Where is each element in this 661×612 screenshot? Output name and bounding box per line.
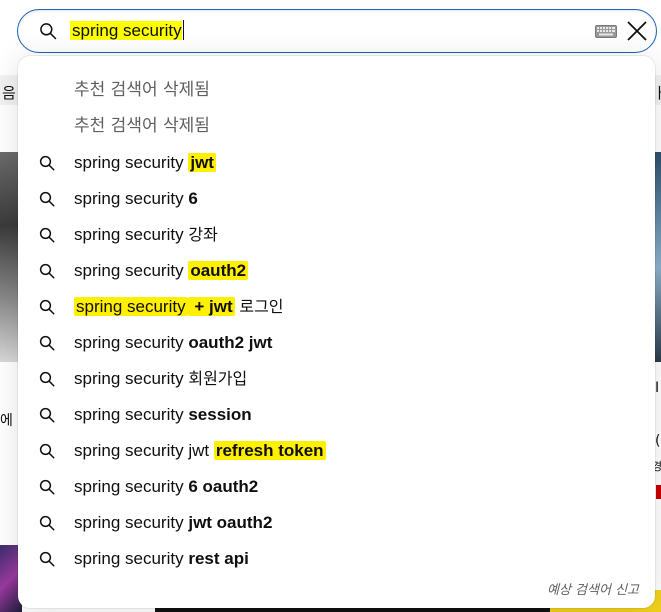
suggestion-prefix: spring security	[74, 405, 184, 424]
suggestion-completion: 6 oauth2	[188, 477, 259, 496]
suggestion-item[interactable]: spring security jwt oauth2	[18, 505, 655, 541]
suggestion-item[interactable]: spring security 6 oauth2	[18, 469, 655, 505]
suggestion-prefix: spring security	[74, 153, 184, 172]
report-predictions-link[interactable]: 예상 검색어 신고	[547, 579, 639, 598]
video-title-fragment-right-1: I	[655, 380, 660, 396]
suggestion-item[interactable]: spring security oauth2 jwt	[18, 325, 655, 361]
suggestion-item[interactable]: spring security 6	[18, 181, 655, 217]
text-caret	[182, 20, 184, 40]
suggestion-item[interactable]: spring security jwt refresh token	[18, 433, 655, 469]
search-icon	[39, 227, 55, 243]
suggestion-prefix: spring security	[74, 549, 184, 568]
suggestion-completion: jwt oauth2	[188, 513, 273, 532]
suggestion-completion-plain: jwt	[188, 441, 210, 460]
suggestion-prefix: spring security	[74, 333, 184, 352]
suggestion-item[interactable]: spring security jwt	[18, 145, 655, 181]
search-icon	[39, 191, 55, 207]
search-icon	[39, 371, 55, 387]
suggestion-prefix: spring security	[74, 189, 184, 208]
suggestion-completion: jwt	[188, 153, 216, 172]
search-icon	[39, 263, 55, 279]
search-icon	[39, 155, 55, 171]
video-title-fragment-right-2: (	[655, 433, 661, 449]
search-icon	[39, 407, 55, 423]
suggestion-completion: refresh token	[213, 441, 326, 460]
suggestion-completion: session	[188, 405, 252, 424]
suggestion-prefix: spring security	[74, 441, 184, 460]
suggestion-prefix: spring security	[74, 297, 188, 316]
removed-suggestion: 추천 검색어 삭제됨	[18, 108, 655, 144]
suggestion-completion: 강좌	[188, 225, 218, 244]
suggestion-prefix: spring security	[74, 513, 184, 532]
search-input[interactable]: spring security	[70, 16, 590, 46]
suggestion-completion-kr: 로그인	[239, 297, 284, 316]
search-icon	[39, 479, 55, 495]
search-suggestions-dropdown: 추천 검색어 삭제됨 추천 검색어 삭제됨 spring security jw…	[18, 56, 655, 608]
suggestion-item[interactable]: spring security + jwt 로그인	[18, 289, 655, 325]
suggestion-completion: 회원가입	[188, 369, 248, 388]
search-icon	[39, 335, 55, 351]
suggestion-prefix: spring security	[74, 261, 184, 280]
video-thumbnail-left[interactable]	[0, 152, 20, 362]
search-icon	[40, 23, 57, 40]
search-input-value: spring security	[70, 21, 182, 40]
suggestion-item[interactable]: spring security rest api	[18, 541, 655, 577]
close-icon[interactable]	[626, 20, 648, 42]
chip-fragment-left: 음	[2, 84, 16, 102]
search-icon	[39, 515, 55, 531]
search-icon	[39, 551, 55, 567]
suggestion-completion: 6	[188, 189, 198, 208]
suggestion-item[interactable]: spring security 강좌	[18, 217, 655, 253]
keyboard-icon[interactable]	[595, 25, 617, 38]
live-badge-fragment	[656, 485, 661, 499]
suggestion-completion: rest api	[188, 549, 249, 568]
search-box[interactable]: spring security	[17, 9, 657, 53]
removed-suggestion-label: 추천 검색어 삭제됨	[74, 116, 210, 136]
suggestion-item[interactable]: spring security session	[18, 397, 655, 433]
suggestion-prefix: spring security	[74, 477, 184, 496]
removed-suggestion: 추천 검색어 삭제됨	[18, 72, 655, 108]
suggestion-prefix: spring security	[74, 369, 184, 388]
suggestion-item[interactable]: spring security 회원가입	[18, 361, 655, 397]
suggestion-completion: + jwt	[194, 297, 233, 316]
suggestion-completion: oauth2 jwt	[188, 333, 273, 352]
suggestion-prefix: spring security	[74, 225, 184, 244]
search-icon	[39, 443, 55, 459]
removed-suggestion-label: 추천 검색어 삭제됨	[74, 80, 210, 100]
search-icon	[39, 299, 55, 315]
suggestion-item[interactable]: spring security oauth2	[18, 253, 655, 289]
suggestion-completion: oauth2	[188, 261, 249, 280]
